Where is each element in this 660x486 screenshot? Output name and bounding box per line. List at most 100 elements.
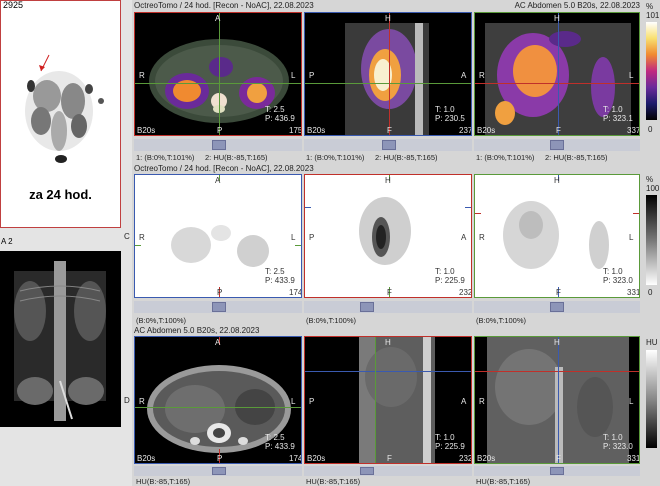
orient-right: A	[461, 233, 467, 242]
slice-number: 331	[627, 288, 640, 297]
orient-left: R	[139, 233, 145, 242]
row2-colorbar[interactable]	[646, 195, 657, 285]
kernel-label: B20s	[307, 126, 326, 135]
orient-bottom: F	[556, 126, 561, 135]
thickness-readout: T: 1.0	[603, 433, 623, 442]
slice-number: 337	[627, 126, 640, 135]
row1-colorbar-max: 101	[646, 11, 660, 20]
position-readout: P: 433.9	[265, 276, 295, 285]
orient-right: L	[629, 233, 634, 242]
row2-slice-slider-axial[interactable]	[134, 301, 302, 313]
thickness-readout: T: 1.0	[435, 267, 455, 276]
ct-topogram-image	[0, 251, 121, 427]
orient-left: P	[309, 397, 315, 406]
orient-right: L	[291, 71, 296, 80]
orient-left: P	[309, 233, 315, 242]
orient-top: H	[385, 338, 391, 347]
orient-right: L	[629, 71, 634, 80]
fused-axial-view[interactable]: A R L P T: 2.5 P: 436.9 175 B20s	[134, 12, 302, 136]
slice-number: 174	[289, 454, 302, 463]
orient-left: R	[139, 71, 145, 80]
position-readout: P: 323.1	[603, 114, 633, 123]
kernel-label: B20s	[137, 126, 156, 135]
row1-title: OctreoTomo / 24 hod. [Recon - NoAC], 22.…	[134, 1, 314, 10]
position-readout: P: 323.0	[603, 276, 633, 285]
orient-top: A	[215, 338, 221, 347]
pet-sagittal-view[interactable]: H P A F T: 1.0 P: 225.9 232	[304, 174, 472, 298]
row2-side-label: C	[124, 232, 130, 241]
orient-bottom: P	[217, 126, 223, 135]
position-readout: P: 436.9	[265, 114, 295, 123]
orient-left: P	[309, 71, 315, 80]
fused-coronal-view[interactable]: H R L F T: 1.0 P: 323.1 337 B20s	[474, 12, 640, 136]
kernel-label: B20s	[477, 454, 496, 463]
slice-number: 237	[459, 126, 472, 135]
orient-top: H	[554, 176, 560, 185]
orient-top: H	[554, 14, 560, 23]
ct-coronal-view[interactable]: H R L F T: 1.0 P: 323.0 331 B20s	[474, 336, 640, 464]
row2-colorbar-max: 100	[646, 184, 660, 193]
row2-colorbar-unit: %	[646, 175, 654, 184]
row3-window: HU(B:-85,T:165)	[306, 477, 361, 486]
orient-right: A	[461, 397, 467, 406]
row1-window-ct: 2: HU(B:-85,T:165)	[545, 153, 608, 162]
row1-window-pet: 1: (B:0%,T:101%)	[476, 153, 535, 162]
kernel-label: B20s	[477, 126, 496, 135]
fused-sagittal-view[interactable]: H P A F T: 1.0 P: 230.5 237 B20s	[304, 12, 472, 136]
row1-title-ct: AC Abdomen 5.0 B20s, 22.08.2023	[514, 1, 640, 10]
ct-axial-view[interactable]: A R L P T: 2.5 P: 433.9 174 B20s	[134, 336, 302, 464]
row3-slice-slider-coronal[interactable]	[474, 466, 640, 476]
thickness-readout: T: 1.0	[603, 105, 623, 114]
pet-axial-view[interactable]: A R L P T: 2.5 P: 433.9 174	[134, 174, 302, 298]
kernel-label: B20s	[137, 454, 156, 463]
row3-colorbar[interactable]	[646, 350, 657, 448]
row2-slice-slider-coronal[interactable]	[474, 301, 640, 313]
row1-colorbar-unit: %	[646, 2, 654, 11]
mip-view[interactable]: 2925 za 24 hod.	[0, 0, 121, 228]
orient-top: H	[554, 338, 560, 347]
row1-slice-slider-axial[interactable]	[134, 139, 302, 151]
row1-window-pet: 1: (B:0%,T:101%)	[306, 153, 365, 162]
row3-window: HU(B:-85,T:165)	[136, 477, 191, 486]
position-readout: P: 230.5	[435, 114, 465, 123]
row3-slice-slider-sagittal[interactable]	[304, 466, 472, 476]
orient-bottom: P	[217, 454, 223, 463]
kernel-label: B20s	[307, 454, 326, 463]
orient-bottom: P	[217, 288, 223, 297]
row2-slice-slider-sagittal[interactable]	[304, 301, 472, 313]
orient-left: R	[139, 397, 145, 406]
thickness-readout: T: 1.0	[435, 105, 455, 114]
row3-colorbar-unit: HU	[646, 338, 658, 347]
row1-window-ct: 2: HU(B:-85,T:165)	[205, 153, 268, 162]
orient-right: L	[291, 233, 296, 242]
orient-left: R	[479, 71, 485, 80]
orient-left: R	[479, 233, 485, 242]
row1-window-ct: 2: HU(B:-85,T:165)	[375, 153, 438, 162]
orient-bottom: F	[387, 288, 392, 297]
ct-topogram-view[interactable]	[0, 251, 121, 427]
orient-top: H	[385, 14, 391, 23]
row1-slice-slider-coronal[interactable]	[474, 139, 640, 151]
orient-bottom: F	[556, 288, 561, 297]
ct-sagittal-view[interactable]: H P A F T: 1.0 P: 225.9 232 B20s	[304, 336, 472, 464]
orient-right: L	[629, 397, 634, 406]
pet-coronal-view[interactable]: H R L F T: 1.0 P: 323.0 331	[474, 174, 640, 298]
orient-bottom: F	[387, 126, 392, 135]
slice-number: 331	[627, 454, 640, 463]
position-readout: P: 225.9	[435, 276, 465, 285]
slice-number: 174	[289, 288, 302, 297]
thickness-readout: T: 2.5	[265, 433, 285, 442]
orient-right: A	[461, 71, 467, 80]
thickness-readout: T: 2.5	[265, 105, 285, 114]
position-readout: P: 225.9	[435, 442, 465, 451]
row3-slice-slider-axial[interactable]	[134, 466, 302, 476]
thickness-readout: T: 2.5	[265, 267, 285, 276]
row1-slice-slider-sagittal[interactable]	[304, 139, 472, 151]
row1-colorbar[interactable]	[646, 22, 657, 120]
left-panel: 2925 za 24 hod. A 2	[0, 0, 132, 486]
slice-number: 175	[289, 126, 302, 135]
row3-side-label: D	[124, 396, 130, 405]
orient-left: R	[479, 397, 485, 406]
row3-window: HU(B:-85,T:165)	[476, 477, 531, 486]
position-readout: P: 433.9	[265, 442, 295, 451]
